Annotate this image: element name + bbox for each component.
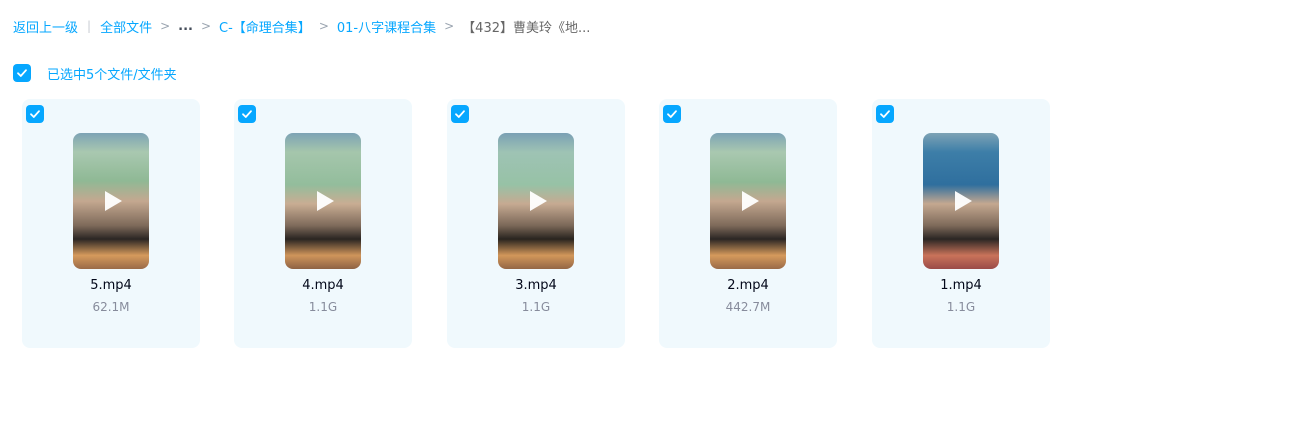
breadcrumb-separator: > xyxy=(318,19,329,33)
back-link[interactable]: 返回上一级 xyxy=(13,17,78,36)
breadcrumb-all-files[interactable]: 全部文件 xyxy=(100,17,152,36)
video-thumbnail[interactable] xyxy=(498,133,574,269)
file-checkbox[interactable] xyxy=(26,105,44,123)
check-icon xyxy=(880,110,890,118)
file-name[interactable]: 5.mp4 xyxy=(22,278,200,293)
select-all-row: 已选中5个文件/文件夹 xyxy=(13,64,177,83)
breadcrumb-folder-mingli[interactable]: C-【命理合集】 xyxy=(219,17,311,36)
play-icon xyxy=(530,191,547,211)
play-icon xyxy=(317,191,334,211)
breadcrumb: 返回上一级 | 全部文件 > ... > C-【命理合集】 > 01-八字课程合… xyxy=(13,16,590,36)
breadcrumb-separator: > xyxy=(444,19,455,33)
file-checkbox[interactable] xyxy=(238,105,256,123)
select-all-checkbox[interactable] xyxy=(13,64,31,82)
play-icon xyxy=(105,191,122,211)
file-size: 1.1G xyxy=(521,300,551,314)
file-card[interactable]: 1.mp4 1.1G xyxy=(872,99,1050,348)
breadcrumb-folder-bazi[interactable]: 01-八字课程合集 xyxy=(337,17,436,36)
breadcrumb-current: 【432】曹美玲《地... xyxy=(462,20,591,36)
file-name[interactable]: 2.mp4 xyxy=(659,278,837,293)
file-size: 442.7M xyxy=(725,300,771,314)
file-card[interactable]: 3.mp4 1.1G xyxy=(447,99,625,348)
video-thumbnail[interactable] xyxy=(285,133,361,269)
file-name[interactable]: 3.mp4 xyxy=(447,278,625,293)
file-name[interactable]: 4.mp4 xyxy=(234,278,412,293)
check-icon xyxy=(667,110,677,118)
breadcrumb-divider: | xyxy=(87,19,92,33)
play-icon xyxy=(742,191,759,211)
file-size: 1.1G xyxy=(308,300,338,314)
file-card[interactable]: 2.mp4 442.7M xyxy=(659,99,837,348)
video-thumbnail[interactable] xyxy=(710,133,786,269)
file-size: 62.1M xyxy=(92,300,130,314)
file-checkbox[interactable] xyxy=(876,105,894,123)
check-icon xyxy=(242,110,252,118)
file-size: 1.1G xyxy=(946,300,976,314)
video-thumbnail[interactable] xyxy=(73,133,149,269)
check-icon xyxy=(455,110,465,118)
file-checkbox[interactable] xyxy=(663,105,681,123)
play-icon xyxy=(955,191,972,211)
file-name[interactable]: 1.mp4 xyxy=(872,278,1050,293)
check-icon xyxy=(17,69,27,77)
breadcrumb-separator: > xyxy=(160,19,171,33)
video-thumbnail[interactable] xyxy=(923,133,999,269)
selection-count-label: 已选中5个文件/文件夹 xyxy=(47,67,177,83)
check-icon xyxy=(30,110,40,118)
file-checkbox[interactable] xyxy=(451,105,469,123)
file-card[interactable]: 5.mp4 62.1M xyxy=(22,99,200,348)
breadcrumb-ellipsis[interactable]: ... xyxy=(178,19,193,34)
breadcrumb-separator: > xyxy=(200,19,212,33)
file-card[interactable]: 4.mp4 1.1G xyxy=(234,99,412,348)
